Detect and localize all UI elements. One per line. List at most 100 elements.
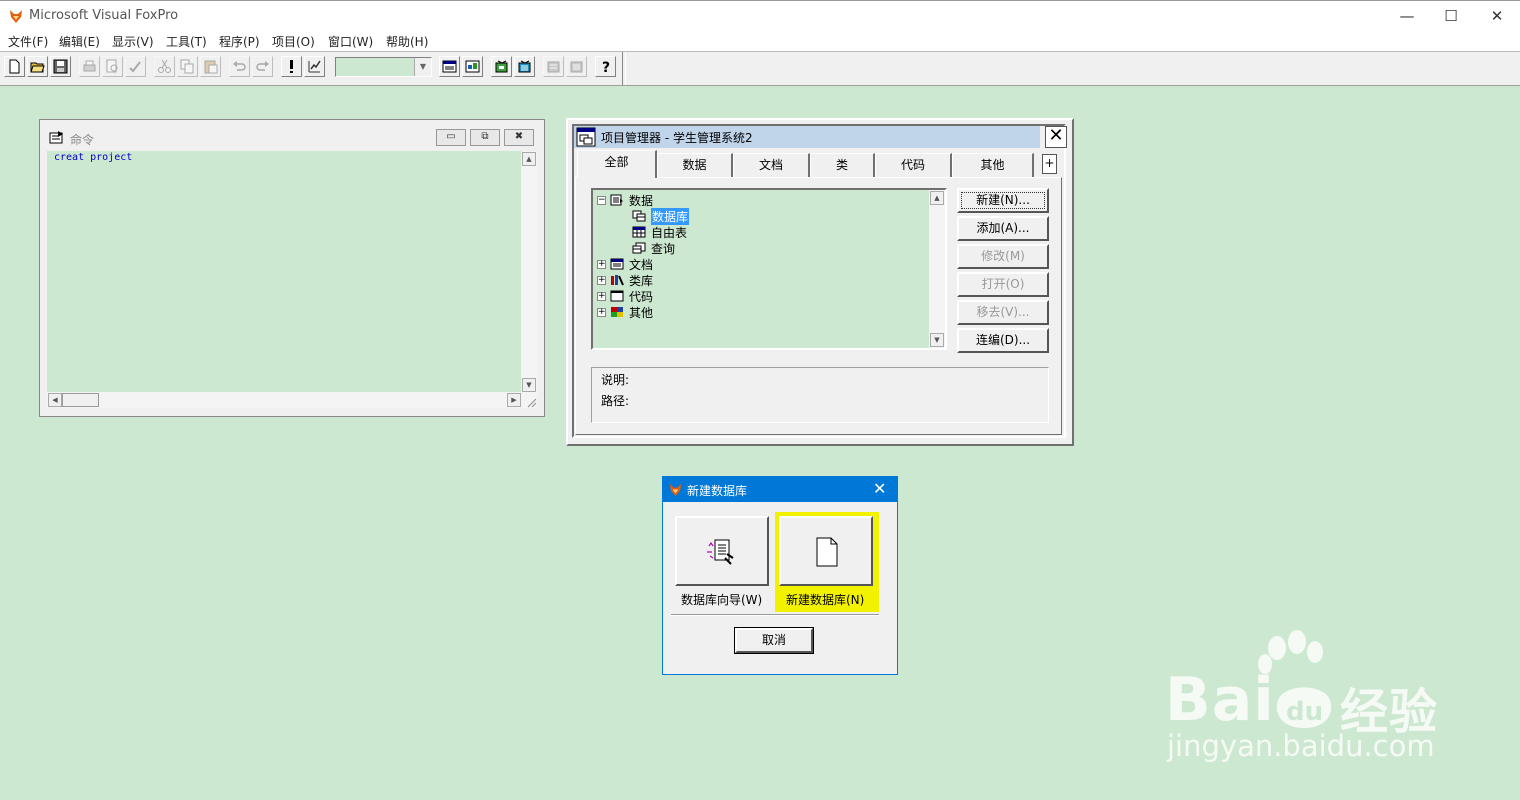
modify-button[interactable]: 修改(M) (957, 244, 1049, 269)
remove-button[interactable]: 移去(V)... (957, 300, 1049, 325)
tab-code[interactable]: 代码 (875, 153, 952, 177)
new-database-header[interactable]: 新建数据库 ✕ (663, 477, 897, 502)
database-wizard-button[interactable] (675, 516, 769, 586)
close-button[interactable]: ✕ (1474, 1, 1520, 31)
report-wizard-icon[interactable] (514, 56, 535, 77)
tree-item-code[interactable]: + 代码 (597, 288, 689, 304)
menu-edit[interactable]: 编辑(E) (59, 33, 100, 50)
tree-item-class-library[interactable]: + 类库 (597, 272, 689, 288)
form-wizard-icon[interactable] (491, 56, 512, 77)
tab-documents[interactable]: 文档 (733, 153, 810, 177)
project-manager-close-button[interactable]: ✕ (1045, 126, 1067, 148)
maximize-button[interactable]: ☐ (1428, 1, 1474, 31)
minimize-button[interactable]: — (1384, 1, 1430, 31)
command-window-header[interactable]: 命令 ▭ ⧉ ✖ (44, 124, 540, 150)
class-library-icon (611, 275, 624, 286)
dialog-divider (671, 614, 879, 616)
expand-icon[interactable]: + (597, 275, 606, 285)
tree-item-other[interactable]: + 其他 (597, 304, 689, 320)
cut-icon[interactable] (154, 56, 175, 77)
vertical-scrollbar[interactable]: ▲ ▼ (521, 151, 537, 408)
project-tree[interactable]: − 数据 数据库 自由表 查询 + 文档 + 类库 + 代码 + 其他 ▲ ▼ (591, 188, 947, 350)
tab-other[interactable]: 其他 (952, 153, 1034, 177)
new-button[interactable]: 新建(N)... (957, 188, 1049, 213)
tree-item-label: 查询 (651, 241, 676, 256)
command-window-icon[interactable] (439, 56, 460, 77)
wizard-icon (707, 539, 734, 565)
autoreport-icon[interactable] (566, 56, 587, 77)
cmd-minimize-button[interactable]: ▭ (436, 129, 466, 146)
menu-tools[interactable]: 工具(T) (166, 33, 207, 50)
save-icon[interactable] (50, 56, 71, 77)
command-text: creat project (54, 152, 133, 163)
cmd-restore-button[interactable]: ⧉ (470, 129, 500, 146)
tree-item-query[interactable]: 查询 (597, 240, 689, 256)
tab-more-button[interactable]: + (1042, 154, 1057, 174)
project-manager-header[interactable]: 项目管理器 - 学生管理系统2 (574, 126, 1040, 148)
tree-items: − 数据 数据库 自由表 查询 + 文档 + 类库 + 代码 + 其他 (597, 192, 690, 320)
print-preview-icon[interactable] (102, 56, 123, 77)
menu-view[interactable]: 显示(V) (112, 33, 154, 50)
collapse-icon[interactable]: − (597, 195, 606, 205)
undo-icon[interactable] (229, 56, 250, 77)
print-icon[interactable] (79, 56, 100, 77)
tab-classes[interactable]: 类 (810, 153, 875, 177)
database-icon (632, 210, 646, 222)
menu-window[interactable]: 窗口(W) (328, 33, 373, 50)
data-session-icon[interactable] (462, 56, 483, 77)
new-icon[interactable] (4, 56, 25, 77)
autoform-icon[interactable] (543, 56, 564, 77)
code-icon (610, 290, 624, 302)
copy-icon[interactable] (177, 56, 198, 77)
database-wizard-label[interactable]: 数据库向导(W) (681, 591, 762, 608)
menu-help[interactable]: 帮助(H) (386, 33, 428, 50)
run-icon[interactable] (281, 56, 302, 77)
cmd-close-button[interactable]: ✖ (504, 129, 534, 146)
tree-item-documents[interactable]: + 文档 (597, 256, 689, 272)
svg-text:?: ? (602, 60, 610, 74)
menu-program[interactable]: 程序(P) (219, 33, 260, 50)
scroll-up-icon[interactable]: ▲ (522, 152, 536, 166)
paste-icon[interactable] (200, 56, 221, 77)
resize-grip-icon[interactable] (525, 396, 537, 408)
spell-check-icon[interactable] (125, 56, 146, 77)
scroll-up-icon[interactable]: ▲ (930, 191, 944, 205)
tab-all[interactable]: 全部 (577, 150, 657, 178)
open-icon[interactable] (27, 56, 48, 77)
expand-icon[interactable]: + (597, 307, 606, 317)
expand-icon[interactable]: + (597, 291, 606, 301)
command-window-icon (49, 131, 63, 144)
menu-file[interactable]: 文件(F) (8, 33, 48, 50)
tree-item-data[interactable]: − 数据 (597, 192, 689, 208)
tree-item-database[interactable]: 数据库 (597, 207, 690, 225)
expand-icon[interactable]: + (597, 259, 606, 269)
scroll-down-icon[interactable]: ▼ (930, 333, 944, 347)
build-button[interactable]: 连编(D)... (957, 328, 1049, 353)
tree-item-free-table[interactable]: 自由表 (597, 224, 689, 240)
cancel-button[interactable]: 取消 (734, 627, 814, 654)
command-text-area[interactable] (47, 151, 521, 408)
modify-form-icon[interactable] (304, 56, 325, 77)
new-database-button[interactable] (779, 516, 873, 586)
tree-item-label: 文档 (629, 257, 654, 272)
dialog-close-button[interactable]: ✕ (873, 479, 886, 498)
redo-icon[interactable] (252, 56, 273, 77)
menu-project[interactable]: 项目(O) (272, 33, 315, 50)
chevron-down-icon[interactable]: ▼ (414, 58, 431, 76)
horizontal-scrollbar[interactable]: ◀ ▶ (47, 392, 521, 408)
help-icon[interactable]: ? (595, 56, 616, 77)
tree-scrollbar[interactable]: ▲ ▼ (929, 190, 945, 348)
toolbar-combo[interactable]: ▼ (335, 57, 432, 77)
free-table-icon (632, 226, 646, 238)
add-button[interactable]: 添加(A)... (957, 216, 1049, 241)
new-database-label[interactable]: 新建数据库(N) (786, 591, 864, 608)
tree-item-label: 自由表 (651, 225, 688, 240)
scroll-right-icon[interactable]: ▶ (507, 393, 521, 407)
scroll-left-icon[interactable]: ◀ (48, 393, 62, 407)
open-button[interactable]: 打开(O) (957, 272, 1049, 297)
scroll-down-icon[interactable]: ▼ (522, 378, 536, 392)
scroll-thumb[interactable] (62, 393, 99, 407)
query-icon (632, 242, 646, 254)
toolbar-end-divider (622, 52, 626, 85)
tab-data[interactable]: 数据 (657, 153, 733, 177)
